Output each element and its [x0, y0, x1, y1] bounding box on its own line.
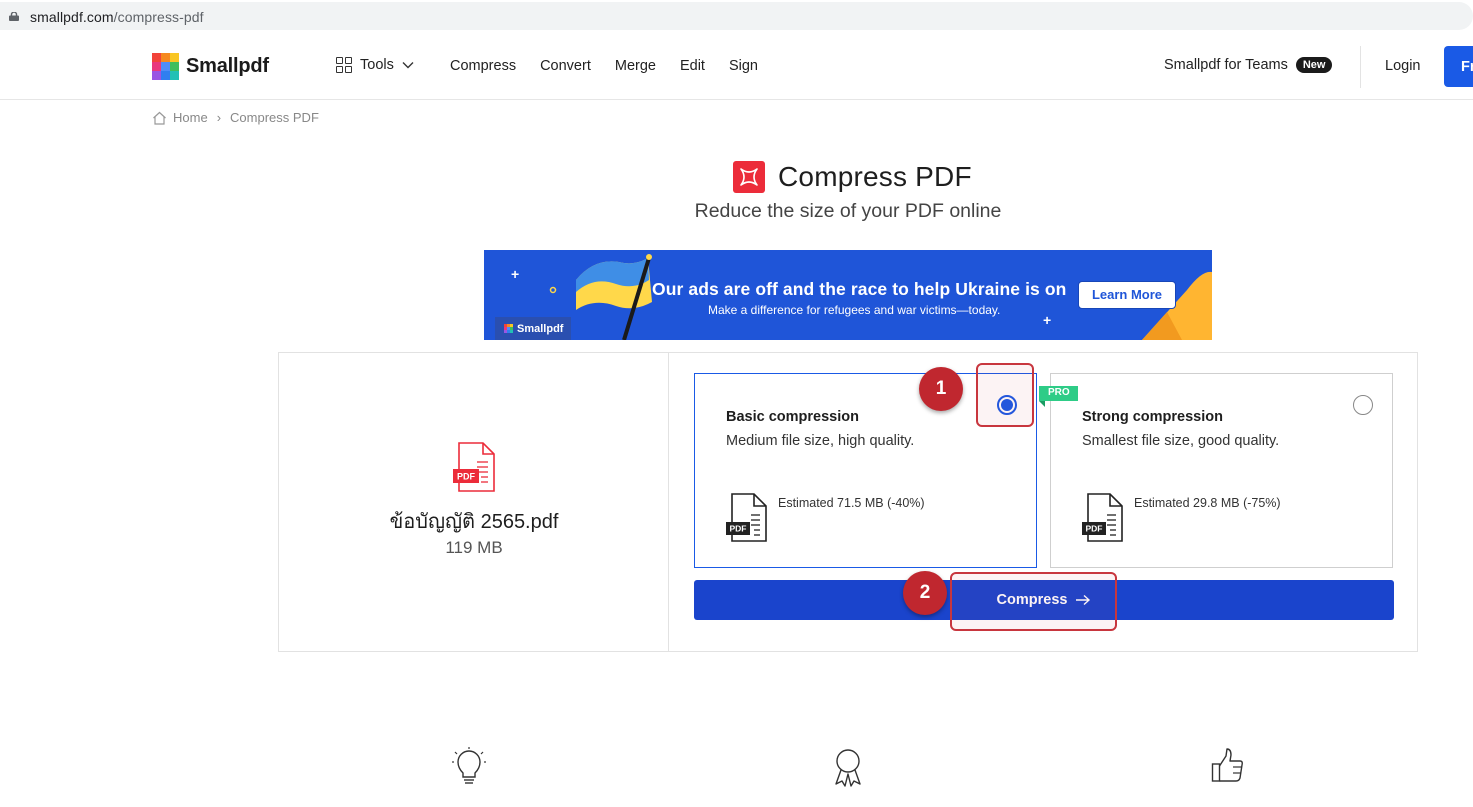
basic-compression-description: Medium file size, high quality. [726, 433, 915, 449]
teams-label: Smallpdf for Teams [1164, 57, 1288, 73]
annotation-step-1: 1 [919, 367, 963, 411]
doc-icon-label: PDF [1086, 524, 1103, 534]
document-icon: PDF [726, 493, 767, 542]
award-ribbon-icon [835, 749, 861, 787]
page-heading: Compress PDF [733, 161, 972, 193]
basic-compression-estimate: Estimated 71.5 MB (-40%) [778, 496, 925, 510]
annotation-highlight-radio [976, 363, 1034, 427]
tools-menu-button[interactable]: Tools [336, 57, 414, 73]
strong-compression-estimate: Estimated 29.8 MB (-75%) [1134, 496, 1281, 510]
pdf-file-icon: PDF [453, 442, 495, 492]
file-name: ข้อบัญญัติ 2565.pdf [389, 511, 559, 533]
strong-compression-option[interactable]: PRO Strong compression Smallest file siz… [1039, 373, 1393, 568]
nav-divider [1360, 46, 1361, 88]
page-subtitle: Reduce the size of your PDF online [694, 200, 1002, 222]
free-trial-button[interactable]: Free trial [1444, 46, 1473, 87]
breadcrumb-home[interactable]: Home [173, 110, 208, 125]
sparkle-icon: + [1043, 312, 1052, 328]
nav-link-convert[interactable]: Convert [540, 58, 591, 74]
compress-tool-icon [733, 161, 765, 193]
strong-compression-radio[interactable] [1353, 395, 1373, 415]
compress-panel: PDF ข้อบัญญัติ 2565.pdf 119 MB Basic com… [278, 352, 1418, 652]
url-path: /compress-pdf [113, 9, 204, 25]
page-title: Compress PDF [778, 161, 972, 192]
ukraine-banner[interactable]: + + Our ads are off and the race to help… [484, 250, 1212, 340]
breadcrumb: Home › Compress PDF [152, 110, 319, 125]
nav-link-compress[interactable]: Compress [450, 58, 516, 74]
nav-link-merge[interactable]: Merge [615, 58, 656, 74]
learn-more-button[interactable]: Learn More [1078, 281, 1176, 309]
thumbs-up-icon [1211, 748, 1243, 782]
annotation-step-2: 2 [903, 571, 947, 615]
nav-links: Compress Convert Merge Edit Sign [450, 58, 782, 74]
grid-icon [336, 57, 352, 73]
smallpdf-logo-mark [152, 53, 179, 80]
banner-headline: Our ads are off and the race to help Ukr… [652, 279, 1067, 299]
url-text: smallpdf.com/compress-pdf [30, 9, 204, 25]
chevron-down-icon [402, 62, 414, 69]
url-field[interactable]: smallpdf.com/compress-pdf [0, 2, 1473, 30]
strong-compression-description: Smallest file size, good quality. [1082, 433, 1280, 449]
browser-address-bar: smallpdf.com/compress-pdf [0, 0, 1473, 33]
smallpdf-tag-text: Smallpdf [517, 322, 564, 335]
smallpdf-mini-logo-icon [504, 324, 513, 333]
file-preview: PDF ข้อบัญญัติ 2565.pdf 119 MB [279, 353, 669, 651]
smallpdf-tag: Smallpdf [495, 317, 571, 340]
nav-link-edit[interactable]: Edit [680, 58, 705, 74]
lightbulb-icon [452, 747, 486, 784]
sparkle-icon: + [511, 266, 520, 282]
smallpdf-logo[interactable]: Smallpdf [152, 53, 269, 80]
pdf-icon-label: PDF [457, 472, 476, 482]
tools-label: Tools [360, 57, 394, 73]
top-navigation: Smallpdf Tools Compress Convert Merge Ed… [0, 34, 1473, 100]
lock-icon [9, 12, 19, 21]
teams-link[interactable]: Smallpdf for Teams New [1164, 57, 1333, 73]
breadcrumb-separator: › [216, 110, 222, 125]
banner-subline: Make a difference for refugees and war v… [708, 303, 1001, 317]
file-size: 119 MB [445, 538, 503, 557]
new-badge: New [1295, 57, 1333, 73]
breadcrumb-current: Compress PDF [230, 110, 319, 125]
document-icon: PDF [1082, 493, 1123, 542]
basic-compression-title: Basic compression [726, 409, 859, 425]
login-link[interactable]: Login [1385, 58, 1420, 74]
url-host: smallpdf.com [30, 9, 114, 25]
pro-badge: PRO [1039, 386, 1078, 407]
doc-icon-label: PDF [730, 524, 747, 534]
home-icon [153, 111, 166, 125]
strong-compression-title: Strong compression [1082, 409, 1223, 425]
nav-link-sign[interactable]: Sign [729, 58, 758, 74]
logo-text: Smallpdf [186, 55, 269, 77]
annotation-highlight-compress [950, 572, 1117, 631]
